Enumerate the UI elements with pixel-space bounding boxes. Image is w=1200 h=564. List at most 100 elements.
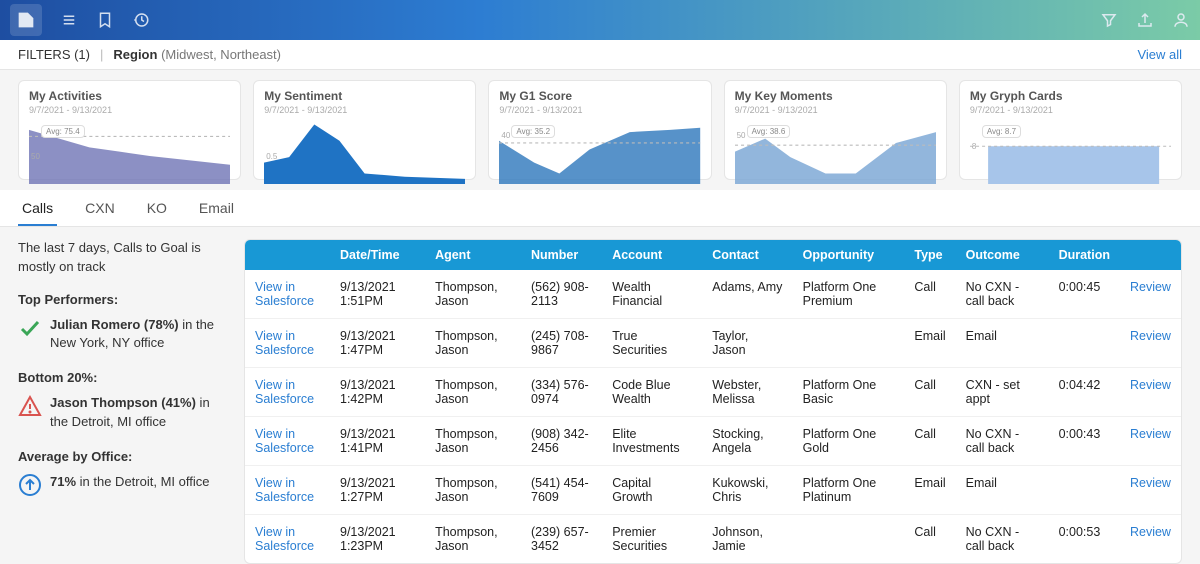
cell-type: Call bbox=[904, 515, 955, 564]
bookmark-icon[interactable] bbox=[96, 11, 114, 29]
cell-number: (245) 708-9867 bbox=[521, 319, 602, 368]
cell-type: Call bbox=[904, 270, 955, 319]
review-link[interactable]: Review bbox=[1120, 368, 1181, 417]
cell-contact: Webster, Melissa bbox=[702, 368, 792, 417]
user-icon[interactable] bbox=[1172, 11, 1190, 29]
card-sentiment[interactable]: My Sentiment 9/7/2021 - 9/13/2021 0.5 bbox=[253, 80, 476, 180]
cell-duration: 0:00:53 bbox=[1049, 515, 1120, 564]
view-all-link[interactable]: View all bbox=[1137, 47, 1182, 62]
cell-type: Call bbox=[904, 368, 955, 417]
cell-datetime: 9/13/2021 1:42PM bbox=[330, 368, 425, 417]
cell-duration bbox=[1049, 319, 1120, 368]
top-performers-heading: Top Performers: bbox=[18, 291, 226, 310]
cell-agent: Thompson, Jason bbox=[425, 319, 521, 368]
table-row: View in Salesforce9/13/2021 1:27PMThomps… bbox=[245, 466, 1181, 515]
cell-datetime: 9/13/2021 1:47PM bbox=[330, 319, 425, 368]
tab-cxn[interactable]: CXN bbox=[81, 190, 119, 226]
cell-agent: Thompson, Jason bbox=[425, 515, 521, 564]
cell-number: (908) 342-2456 bbox=[521, 417, 602, 466]
cell-outcome: No CXN - call back bbox=[956, 515, 1049, 564]
view-in-salesforce-link[interactable]: View in Salesforce bbox=[245, 466, 330, 515]
review-link[interactable]: Review bbox=[1120, 417, 1181, 466]
cell-outcome: No CXN - call back bbox=[956, 417, 1049, 466]
view-in-salesforce-link[interactable]: View in Salesforce bbox=[245, 270, 330, 319]
cell-account: Wealth Financial bbox=[602, 270, 702, 319]
filters-count[interactable]: FILTERS (1) bbox=[18, 47, 90, 62]
review-link[interactable]: Review bbox=[1120, 466, 1181, 515]
tab-ko[interactable]: KO bbox=[143, 190, 171, 226]
view-in-salesforce-link[interactable]: View in Salesforce bbox=[245, 417, 330, 466]
review-link[interactable]: Review bbox=[1120, 515, 1181, 564]
cell-duration bbox=[1049, 466, 1120, 515]
cell-type: Email bbox=[904, 466, 955, 515]
view-in-salesforce-link[interactable]: View in Salesforce bbox=[245, 515, 330, 564]
card-gryph-cards[interactable]: My Gryph Cards 9/7/2021 - 9/13/2021 8 Av… bbox=[959, 80, 1182, 180]
cell-datetime: 9/13/2021 1:41PM bbox=[330, 417, 425, 466]
arrow-up-circle-icon bbox=[18, 473, 42, 503]
cell-account: Premier Securities bbox=[602, 515, 702, 564]
cell-datetime: 9/13/2021 1:51PM bbox=[330, 270, 425, 319]
view-in-salesforce-link[interactable]: View in Salesforce bbox=[245, 319, 330, 368]
cell-agent: Thompson, Jason bbox=[425, 466, 521, 515]
table-header-row: Date/Time Agent Number Account Contact O… bbox=[245, 240, 1181, 270]
brand-logo[interactable] bbox=[10, 4, 42, 36]
cell-account: True Securities bbox=[602, 319, 702, 368]
table-row: View in Salesforce9/13/2021 1:23PMThomps… bbox=[245, 515, 1181, 564]
table-row: View in Salesforce9/13/2021 1:51PMThomps… bbox=[245, 270, 1181, 319]
card-key-moments[interactable]: My Key Moments 9/7/2021 - 9/13/2021 50 A… bbox=[724, 80, 947, 180]
avg-heading: Average by Office: bbox=[18, 448, 226, 467]
cell-outcome: Email bbox=[956, 466, 1049, 515]
cell-datetime: 9/13/2021 1:27PM bbox=[330, 466, 425, 515]
review-link[interactable]: Review bbox=[1120, 319, 1181, 368]
history-icon[interactable] bbox=[132, 11, 150, 29]
cell-opportunity: Platform One Basic bbox=[793, 368, 905, 417]
cell-account: Capital Growth bbox=[602, 466, 702, 515]
table-row: View in Salesforce9/13/2021 1:42PMThomps… bbox=[245, 368, 1181, 417]
cell-number: (239) 657-3452 bbox=[521, 515, 602, 564]
tab-email[interactable]: Email bbox=[195, 190, 238, 226]
filter-strip: FILTERS (1) | Region (Midwest, Northeast… bbox=[0, 40, 1200, 70]
filter-icon[interactable] bbox=[1100, 11, 1118, 29]
cell-contact: Stocking, Angela bbox=[702, 417, 792, 466]
view-in-salesforce-link[interactable]: View in Salesforce bbox=[245, 368, 330, 417]
cell-contact: Johnson, Jamie bbox=[702, 515, 792, 564]
filter-region-label: Region bbox=[113, 47, 157, 62]
cell-contact: Adams, Amy bbox=[702, 270, 792, 319]
review-link[interactable]: Review bbox=[1120, 270, 1181, 319]
cell-type: Call bbox=[904, 417, 955, 466]
cell-account: Code Blue Wealth bbox=[602, 368, 702, 417]
table-row: View in Salesforce9/13/2021 1:47PMThomps… bbox=[245, 319, 1181, 368]
cell-outcome: No CXN - call back bbox=[956, 270, 1049, 319]
cell-duration: 0:00:43 bbox=[1049, 417, 1120, 466]
cell-opportunity bbox=[793, 319, 905, 368]
summary-intro: The last 7 days, Calls to Goal is mostly… bbox=[18, 239, 226, 277]
cell-agent: Thompson, Jason bbox=[425, 417, 521, 466]
cell-duration: 0:00:45 bbox=[1049, 270, 1120, 319]
cell-agent: Thompson, Jason bbox=[425, 270, 521, 319]
check-icon bbox=[18, 316, 42, 354]
cell-number: (541) 454-7609 bbox=[521, 466, 602, 515]
cell-number: (562) 908-2113 bbox=[521, 270, 602, 319]
bottom-heading: Bottom 20%: bbox=[18, 369, 226, 388]
cell-contact: Kukowski, Chris bbox=[702, 466, 792, 515]
cell-type: Email bbox=[904, 319, 955, 368]
sparkline-sentiment bbox=[264, 119, 465, 184]
chart-cards-row: My Activities 9/7/2021 - 9/13/2021 50 Av… bbox=[0, 70, 1200, 188]
cell-opportunity bbox=[793, 515, 905, 564]
top-bar bbox=[0, 0, 1200, 40]
card-activities[interactable]: My Activities 9/7/2021 - 9/13/2021 50 Av… bbox=[18, 80, 241, 180]
cell-opportunity: Platform One Gold bbox=[793, 417, 905, 466]
card-g1-score[interactable]: My G1 Score 9/7/2021 - 9/13/2021 40 Avg:… bbox=[488, 80, 711, 180]
cell-opportunity: Platform One Premium bbox=[793, 270, 905, 319]
cell-number: (334) 576-0974 bbox=[521, 368, 602, 417]
cell-opportunity: Platform One Platinum bbox=[793, 466, 905, 515]
list-icon[interactable] bbox=[60, 11, 78, 29]
share-icon[interactable] bbox=[1136, 11, 1154, 29]
cell-outcome: Email bbox=[956, 319, 1049, 368]
cell-datetime: 9/13/2021 1:23PM bbox=[330, 515, 425, 564]
filter-region-value: (Midwest, Northeast) bbox=[161, 47, 281, 62]
table-row: View in Salesforce9/13/2021 1:41PMThomps… bbox=[245, 417, 1181, 466]
tab-calls[interactable]: Calls bbox=[18, 190, 57, 226]
cell-contact: Taylor, Jason bbox=[702, 319, 792, 368]
summary-sidebar: The last 7 days, Calls to Goal is mostly… bbox=[18, 239, 226, 564]
